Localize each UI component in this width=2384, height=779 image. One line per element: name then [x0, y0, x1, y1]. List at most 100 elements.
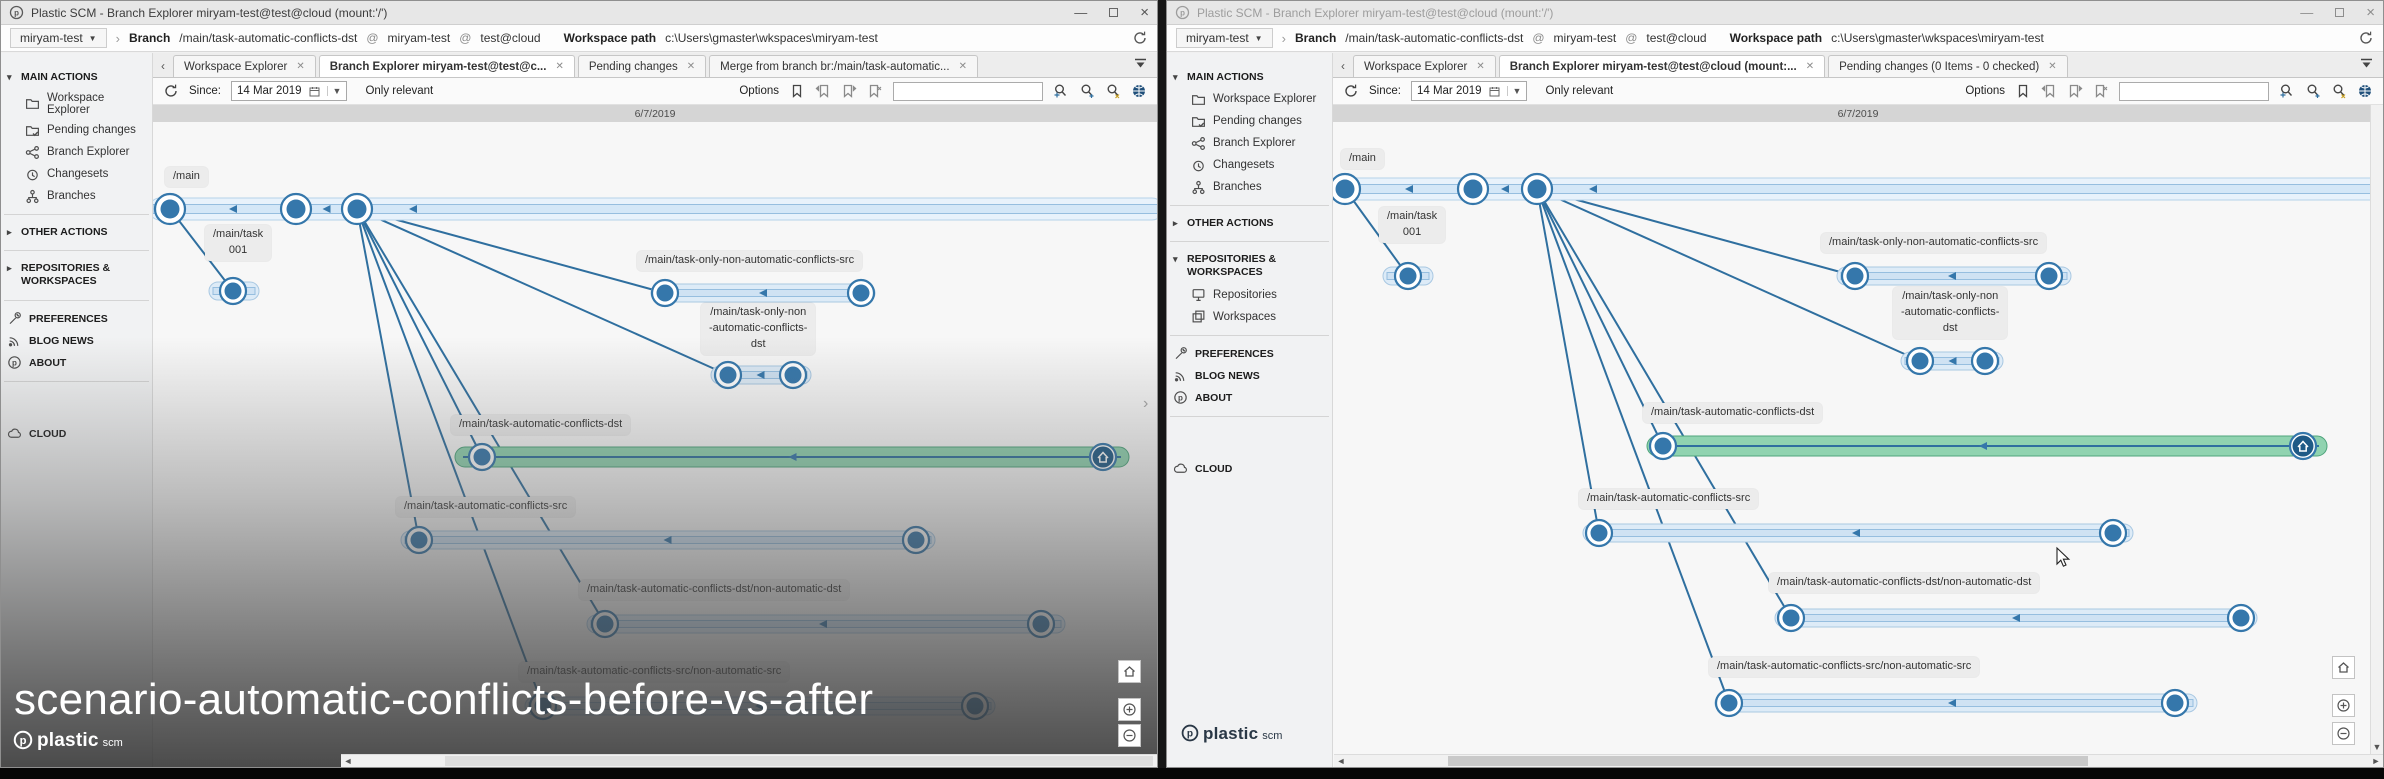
close-tab-icon[interactable]: ✕: [555, 61, 563, 72]
sidebar-item-branch-explorer[interactable]: Branch Explorer: [1167, 132, 1332, 154]
tab-overflow-icon[interactable]: [2354, 58, 2379, 77]
bookmark-clear-icon[interactable]: [867, 83, 883, 99]
changeset-node[interactable]: [715, 362, 741, 388]
tab[interactable]: Pending changes✕: [578, 55, 706, 77]
search-input[interactable]: [2119, 82, 2269, 101]
sidebar-item-pending-changes[interactable]: Pending changes: [1, 119, 152, 141]
close-tab-icon[interactable]: ✕: [2048, 61, 2056, 72]
bookmark-next-icon[interactable]: [841, 83, 857, 99]
only-relevant-option[interactable]: Only relevant: [365, 85, 433, 97]
refresh-icon[interactable]: [2358, 30, 2374, 46]
changeset-node[interactable]: [903, 527, 929, 553]
minimize-button[interactable]: —: [1074, 6, 1087, 19]
zoom-in-search-icon[interactable]: [2279, 83, 2295, 99]
changeset-node[interactable]: [2036, 263, 2062, 289]
zoom-in-button[interactable]: [1118, 698, 1141, 721]
zoom-fit-search-icon[interactable]: [1079, 83, 1095, 99]
close-button[interactable]: ×: [1140, 5, 1149, 20]
changeset-node[interactable]: [1458, 174, 1488, 204]
zoom-clear-search-icon[interactable]: [1105, 83, 1121, 99]
tab[interactable]: Branch Explorer miryam-test@test@cloud (…: [1499, 55, 1825, 77]
changeset-node[interactable]: [1395, 263, 1421, 289]
changeset-node[interactable]: [962, 693, 988, 719]
changeset-node[interactable]: [1028, 611, 1054, 637]
bookmark-icon[interactable]: [2015, 83, 2031, 99]
zoom-out-button[interactable]: [1118, 724, 1141, 747]
changeset-node[interactable]: [592, 611, 618, 637]
sidebar-item-workspaces[interactable]: Workspaces: [1167, 306, 1332, 328]
only-relevant-option[interactable]: Only relevant: [1545, 85, 1613, 97]
changeset-node[interactable]: [2228, 605, 2254, 631]
options-button[interactable]: Options: [739, 85, 779, 97]
since-date-picker[interactable]: 14 Mar 2019 ▼: [231, 81, 348, 101]
reset-view-button[interactable]: [1118, 660, 1141, 683]
sidebar-item-branches[interactable]: Branches: [1, 185, 152, 207]
changeset-node[interactable]: [652, 280, 678, 306]
maximize-button[interactable]: [2335, 8, 2344, 17]
workspace-selector[interactable]: miryam-test▼: [1176, 28, 1273, 48]
sidebar-item-changesets[interactable]: Changesets: [1, 163, 152, 185]
workspace-selector[interactable]: miryam-test▼: [10, 28, 107, 48]
globe-icon[interactable]: [1131, 83, 1147, 99]
bookmark-next-icon[interactable]: [2067, 83, 2083, 99]
working-changeset-node[interactable]: [1090, 444, 1116, 470]
close-button[interactable]: ×: [2366, 5, 2375, 20]
changeset-node[interactable]: [1778, 605, 1804, 631]
changeset-node[interactable]: [1907, 348, 1933, 374]
close-tab-icon[interactable]: ✕: [1806, 61, 1814, 72]
working-changeset-node[interactable]: [2290, 433, 2316, 459]
close-tab-icon[interactable]: ✕: [959, 61, 967, 72]
tab-scroll-left-icon[interactable]: ‹: [157, 59, 173, 77]
tab-overflow-icon[interactable]: [1128, 58, 1153, 77]
close-tab-icon[interactable]: ✕: [1476, 61, 1484, 72]
sidebar-section-repositories-workspaces[interactable]: ▾REPOSITORIES & WORKSPACES: [1167, 249, 1332, 283]
tab[interactable]: Branch Explorer miryam-test@test@c...✕: [319, 55, 575, 77]
changeset-node[interactable]: [281, 194, 311, 224]
zoom-fit-search-icon[interactable]: [2305, 83, 2321, 99]
changeset-node[interactable]: [1972, 348, 1998, 374]
tab[interactable]: Pending changes (0 Items - 0 checked)✕: [1828, 55, 2067, 77]
sidebar-item-branches[interactable]: Branches: [1167, 176, 1332, 198]
tab[interactable]: Merge from branch br:/main/task-automati…: [709, 55, 978, 77]
sidebar-item-cloud[interactable]: CLOUD: [1, 423, 152, 445]
minimize-button[interactable]: —: [2300, 6, 2313, 19]
sidebar-section-other-actions[interactable]: ▸OTHER ACTIONS: [1167, 213, 1332, 234]
changeset-node[interactable]: [1842, 263, 1868, 289]
globe-icon[interactable]: [2357, 83, 2373, 99]
refresh-icon[interactable]: [1343, 83, 1359, 99]
bookmark-prev-icon[interactable]: [2041, 83, 2057, 99]
search-input[interactable]: [893, 82, 1043, 101]
changeset-node[interactable]: [848, 280, 874, 306]
changeset-node[interactable]: [780, 362, 806, 388]
changeset-node[interactable]: [2162, 690, 2188, 716]
sidebar-item-preferences[interactable]: PREFERENCES: [1167, 343, 1332, 365]
windows-taskbar[interactable]: [0, 768, 2384, 779]
sidebar-item-about[interactable]: pABOUT: [1167, 387, 1332, 409]
changeset-node[interactable]: [1522, 174, 1552, 204]
sidebar-item-branch-explorer[interactable]: Branch Explorer: [1, 141, 152, 163]
horizontal-scrollbar[interactable]: ◄: [341, 754, 1157, 767]
changeset-node[interactable]: [155, 194, 185, 224]
refresh-icon[interactable]: [1132, 30, 1148, 46]
tab[interactable]: Workspace Explorer✕: [1353, 55, 1496, 77]
bookmark-clear-icon[interactable]: [2093, 83, 2109, 99]
sidebar-item-pending-changes[interactable]: Pending changes: [1167, 110, 1332, 132]
horizontal-scrollbar[interactable]: ◄ ►: [1334, 754, 2383, 767]
sidebar-section-other-actions[interactable]: ▸OTHER ACTIONS: [1, 222, 152, 243]
changeset-node[interactable]: [1333, 174, 1360, 204]
changeset-node[interactable]: [1586, 520, 1612, 546]
options-button[interactable]: Options: [1965, 85, 2005, 97]
since-date-picker[interactable]: 14 Mar 2019 ▼: [1411, 81, 1528, 101]
sidebar-item-workspace-explorer[interactable]: Workspace Explorer: [1, 88, 152, 119]
sidebar-section-repositories-workspaces[interactable]: ▸REPOSITORIES & WORKSPACES: [1, 258, 152, 292]
sidebar-item-repositories[interactable]: Repositories: [1167, 284, 1332, 306]
changeset-node[interactable]: [2100, 520, 2126, 546]
refresh-icon[interactable]: [163, 83, 179, 99]
expand-panel-chevron-icon[interactable]: ›: [1143, 387, 1156, 421]
reset-view-button[interactable]: [2332, 656, 2355, 679]
sidebar-section-main-actions[interactable]: ▾MAIN ACTIONS: [1167, 67, 1332, 88]
tab[interactable]: Workspace Explorer✕: [173, 55, 316, 77]
maximize-button[interactable]: [1109, 8, 1118, 17]
zoom-in-button[interactable]: [2332, 694, 2355, 717]
zoom-clear-search-icon[interactable]: [2331, 83, 2347, 99]
